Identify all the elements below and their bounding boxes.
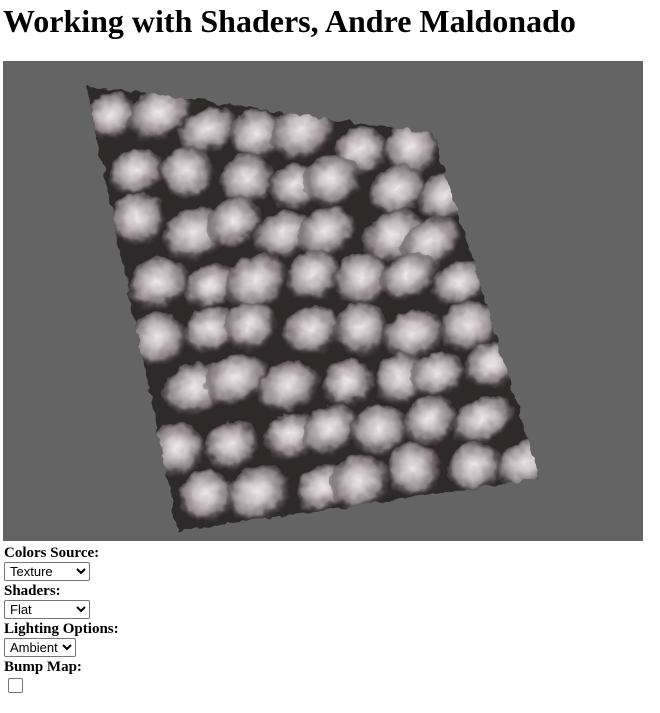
rendered-surface bbox=[3, 61, 643, 541]
shaders-label: Shaders: bbox=[4, 583, 61, 599]
lighting-options-label: Lighting Options: bbox=[4, 621, 119, 637]
shaders-select[interactable]: Flat bbox=[4, 600, 90, 619]
controls-panel: Colors Source: Texture Shaders: Flat Lig… bbox=[4, 545, 404, 693]
webgl-canvas[interactable] bbox=[3, 61, 643, 541]
bump-map-label: Bump Map: bbox=[4, 659, 82, 675]
colors-source-label: Colors Source: bbox=[4, 545, 100, 561]
lighting-options-select[interactable]: Ambient bbox=[4, 638, 76, 657]
bump-map-checkbox[interactable] bbox=[8, 678, 23, 693]
colors-source-select[interactable]: Texture bbox=[4, 562, 90, 581]
page-title: Working with Shaders, Andre Maldonado bbox=[3, 3, 576, 39]
